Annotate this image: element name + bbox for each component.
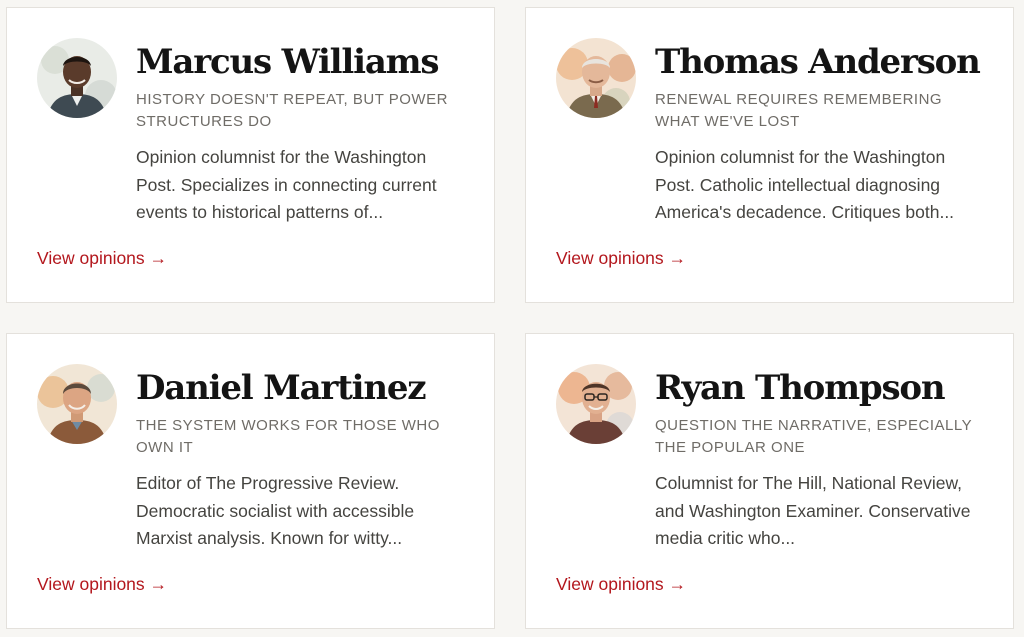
columnist-tagline: History doesn't repeat, but power struct… xyxy=(136,91,448,130)
columnist-card: Daniel Martinez The system works for tho… xyxy=(6,333,495,629)
columnist-bio: Opinion columnist for the Washington Pos… xyxy=(655,147,955,222)
view-opinions-link[interactable]: View opinions → xyxy=(556,572,686,596)
columnist-name: Daniel Martinez xyxy=(136,368,427,408)
columnist-name: Thomas Anderson xyxy=(655,42,981,82)
columnist-name: Ryan Thompson xyxy=(655,368,946,408)
avatar-portrait-icon xyxy=(37,38,117,118)
avatar-portrait-icon xyxy=(556,38,636,118)
columnist-tagline: Question the narrative, especially the p… xyxy=(655,417,972,456)
view-opinions-link[interactable]: View opinions → xyxy=(37,572,167,596)
columnist-bio: Editor of The Progressive Review. Democr… xyxy=(136,473,415,548)
columnist-tagline: The system works for those who own it xyxy=(136,417,440,456)
avatar-portrait-icon xyxy=(37,364,117,444)
columnist-bio: Opinion columnist for the Washington Pos… xyxy=(136,147,437,222)
columnist-tagline: Renewal requires remembering what we've … xyxy=(655,91,943,130)
columnist-card: Thomas Anderson Renewal requires remembe… xyxy=(525,7,1014,303)
columnist-card: Ryan Thompson Question the narrative, es… xyxy=(525,333,1014,629)
view-opinions-link[interactable]: View opinions → xyxy=(37,246,167,270)
avatar-portrait-icon xyxy=(556,364,636,444)
columnist-card: Marcus Williams History doesn't repeat, … xyxy=(6,7,495,303)
columnist-bio: Columnist for The Hill, National Review,… xyxy=(655,473,971,548)
view-opinions-link[interactable]: View opinions → xyxy=(556,246,686,270)
columnist-grid: Marcus Williams History doesn't repeat, … xyxy=(0,0,1024,637)
columnist-name: Marcus Williams xyxy=(136,42,440,82)
